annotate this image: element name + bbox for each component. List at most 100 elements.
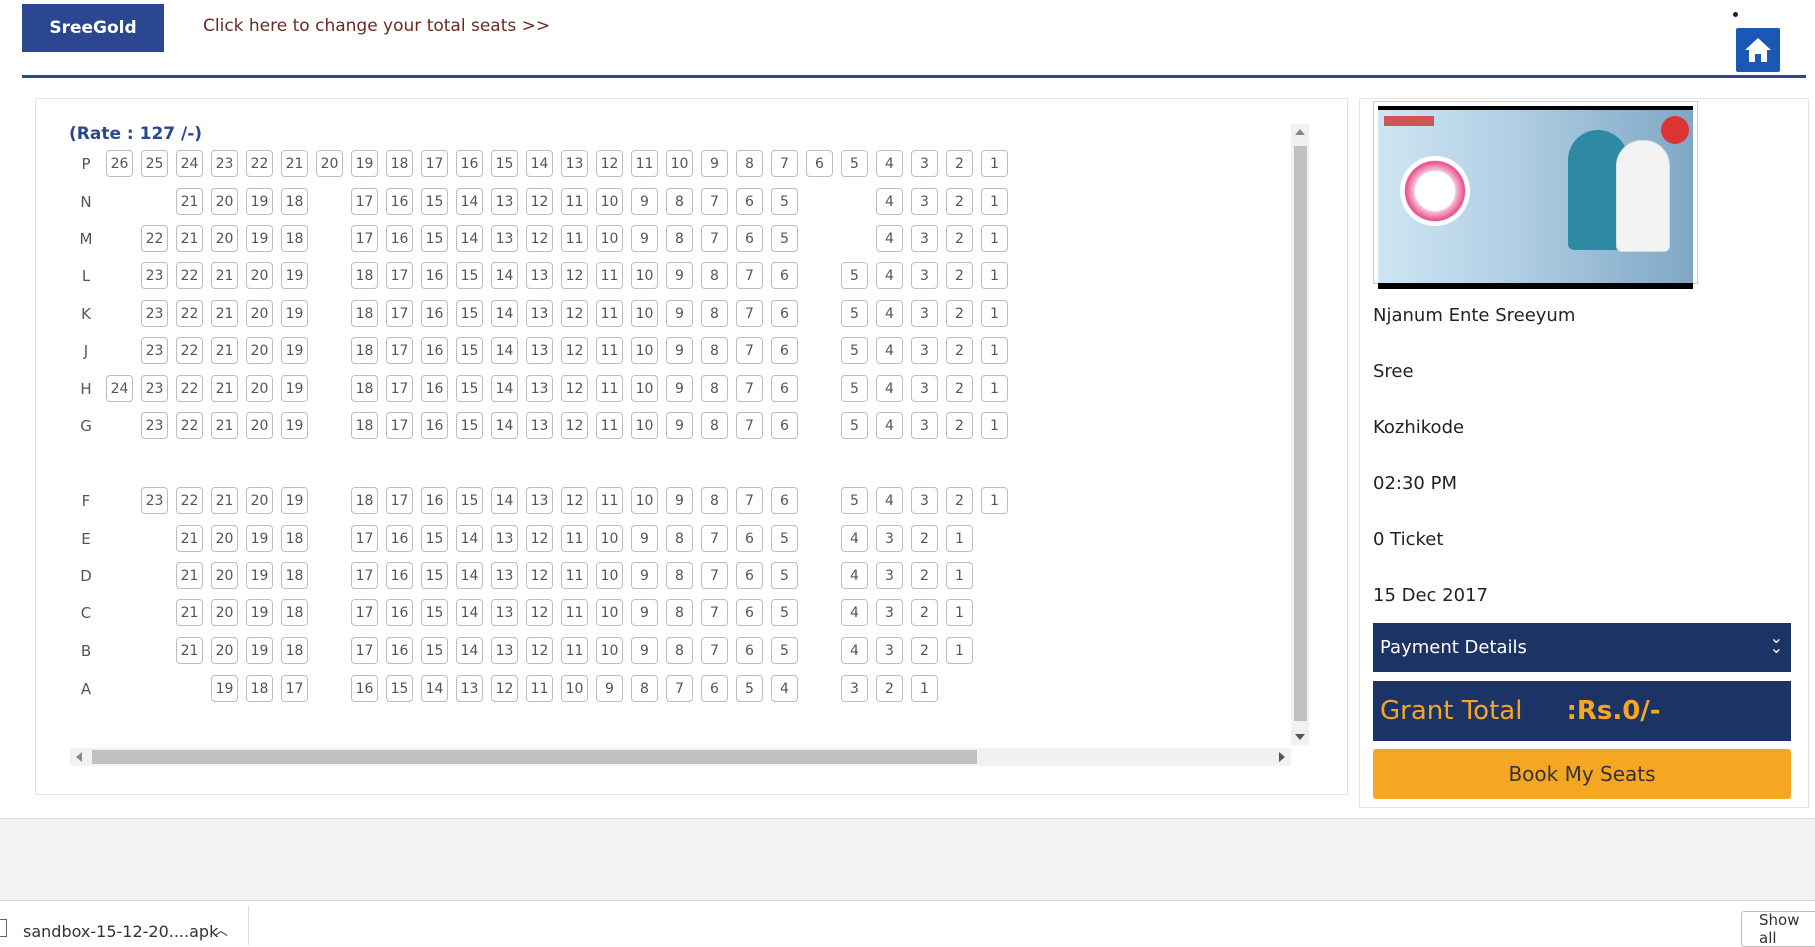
seat[interactable]: 15 (421, 525, 448, 552)
seat[interactable]: 9 (631, 188, 658, 215)
seat[interactable]: 14 (456, 525, 483, 552)
seat[interactable]: 6 (736, 637, 763, 664)
seat[interactable]: 12 (561, 412, 588, 439)
seat[interactable]: 8 (666, 525, 693, 552)
seat[interactable]: 9 (666, 300, 693, 327)
seat[interactable]: 1 (911, 675, 938, 702)
seat[interactable]: 13 (491, 599, 518, 626)
seat[interactable]: 20 (211, 562, 238, 589)
seat[interactable]: 15 (386, 675, 413, 702)
seat[interactable]: 10 (631, 337, 658, 364)
seat[interactable]: 14 (456, 225, 483, 252)
seat[interactable]: 16 (386, 525, 413, 552)
seat[interactable]: 18 (281, 225, 308, 252)
seat[interactable]: 21 (211, 487, 238, 514)
seat[interactable]: 5 (736, 675, 763, 702)
seat[interactable]: 2 (946, 300, 973, 327)
seat[interactable]: 3 (911, 375, 938, 402)
seat[interactable]: 13 (526, 412, 553, 439)
seat[interactable]: 15 (491, 150, 518, 177)
seat[interactable]: 10 (631, 262, 658, 289)
seat[interactable]: 11 (596, 262, 623, 289)
seat[interactable]: 8 (666, 599, 693, 626)
seat[interactable]: 6 (806, 150, 833, 177)
seat[interactable]: 4 (771, 675, 798, 702)
seat[interactable]: 11 (561, 599, 588, 626)
seat[interactable]: 1 (981, 188, 1008, 215)
seat[interactable]: 7 (736, 337, 763, 364)
seat[interactable]: 2 (946, 150, 973, 177)
seat[interactable]: 3 (911, 225, 938, 252)
seat[interactable]: 3 (911, 412, 938, 439)
seat[interactable]: 2 (911, 562, 938, 589)
seat[interactable]: 5 (771, 562, 798, 589)
seat[interactable]: 17 (386, 262, 413, 289)
seat[interactable]: 17 (351, 225, 378, 252)
seat[interactable]: 16 (421, 375, 448, 402)
seat[interactable]: 21 (211, 375, 238, 402)
seat[interactable]: 14 (456, 188, 483, 215)
seat[interactable]: 22 (176, 412, 203, 439)
seat[interactable]: 17 (351, 599, 378, 626)
seat[interactable]: 21 (211, 412, 238, 439)
seat[interactable]: 12 (526, 599, 553, 626)
seat[interactable]: 2 (876, 675, 903, 702)
seat[interactable]: 2 (911, 599, 938, 626)
seat[interactable]: 18 (351, 300, 378, 327)
seat[interactable]: 4 (841, 525, 868, 552)
seat[interactable]: 15 (456, 375, 483, 402)
seat[interactable]: 5 (771, 525, 798, 552)
seat[interactable]: 18 (351, 375, 378, 402)
seat[interactable]: 14 (491, 300, 518, 327)
seat[interactable]: 19 (351, 150, 378, 177)
show-all-button[interactable]: Show all (1741, 911, 1815, 947)
seat[interactable]: 20 (211, 599, 238, 626)
seat[interactable]: 24 (106, 375, 133, 402)
seat[interactable]: 2 (946, 412, 973, 439)
horizontal-scrollbar[interactable] (70, 748, 1291, 766)
seat[interactable]: 5 (841, 150, 868, 177)
seat[interactable]: 12 (561, 375, 588, 402)
seat[interactable]: 8 (666, 225, 693, 252)
seat[interactable]: 23 (141, 300, 168, 327)
seat[interactable]: 10 (631, 300, 658, 327)
change-seats-link[interactable]: Click here to change your total seats >> (203, 16, 550, 36)
seat[interactable]: 11 (596, 300, 623, 327)
seat[interactable]: 22 (176, 375, 203, 402)
seat[interactable]: 10 (596, 562, 623, 589)
seat[interactable]: 4 (841, 637, 868, 664)
seat[interactable]: 16 (386, 599, 413, 626)
seat[interactable]: 23 (211, 150, 238, 177)
seat[interactable]: 5 (771, 188, 798, 215)
seat[interactable]: 19 (281, 487, 308, 514)
seat[interactable]: 8 (701, 412, 728, 439)
seat[interactable]: 7 (701, 188, 728, 215)
seat[interactable]: 4 (876, 225, 903, 252)
seat[interactable]: 19 (246, 525, 273, 552)
seat[interactable]: 1 (981, 487, 1008, 514)
seat[interactable]: 2 (946, 262, 973, 289)
seat[interactable]: 21 (176, 637, 203, 664)
seat[interactable]: 2 (911, 637, 938, 664)
vertical-scroll-thumb[interactable] (1294, 146, 1307, 721)
seat[interactable]: 2 (946, 337, 973, 364)
seat[interactable]: 21 (211, 300, 238, 327)
seat[interactable]: 3 (876, 637, 903, 664)
seat[interactable]: 17 (351, 525, 378, 552)
seat[interactable]: 1 (981, 225, 1008, 252)
seat[interactable]: 19 (281, 300, 308, 327)
seat[interactable]: 13 (491, 225, 518, 252)
seat[interactable]: 16 (386, 225, 413, 252)
seat[interactable]: 15 (421, 562, 448, 589)
seat[interactable]: 14 (491, 412, 518, 439)
seat[interactable]: 21 (176, 225, 203, 252)
seat[interactable]: 8 (701, 337, 728, 364)
seat[interactable]: 6 (736, 599, 763, 626)
seat[interactable]: 4 (876, 150, 903, 177)
seat[interactable]: 15 (456, 300, 483, 327)
seat[interactable]: 20 (246, 337, 273, 364)
scroll-left-icon[interactable] (76, 752, 82, 762)
seat[interactable]: 18 (351, 337, 378, 364)
seat[interactable]: 12 (561, 337, 588, 364)
seat[interactable]: 3 (911, 337, 938, 364)
